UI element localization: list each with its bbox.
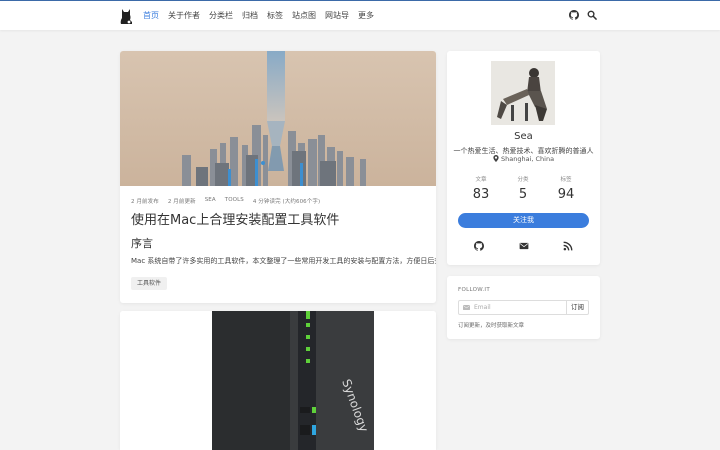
rss-icon[interactable] [563, 241, 573, 251]
github-icon[interactable] [569, 10, 579, 20]
post-card: Synology [120, 311, 436, 450]
stat-value: 94 [557, 187, 575, 202]
nav-item-sitemap[interactable]: 站点图 [292, 1, 316, 31]
email-icon[interactable] [519, 241, 529, 251]
post-published: 2 月前发布 [131, 199, 159, 205]
email-field[interactable] [474, 301, 564, 314]
subscribe-button[interactable]: 订阅 [566, 300, 589, 315]
nav-item-tags[interactable]: 标签 [267, 1, 283, 31]
stat-value: 83 [472, 187, 490, 202]
profile-location: Shanghai, China [447, 155, 600, 163]
stat-label: 文章 [475, 177, 487, 183]
main-nav: 首页 关于作者 分类栏 归档 标签 站点图 网站导 更多 [143, 1, 383, 31]
site-logo-icon[interactable] [119, 8, 133, 24]
follow-button[interactable]: 关注我 [458, 213, 589, 228]
post-subtitle: 序言 [131, 237, 153, 250]
profile-name: Sea [514, 131, 533, 142]
followit-card: FOLLOW.IT 订阅 订阅更新，及时获取新文章 [447, 276, 600, 339]
followit-note: 订阅更新，及时获取新文章 [458, 323, 525, 329]
post-category[interactable]: TOOLS [225, 197, 244, 205]
stat-categories[interactable]: 分类 5 [503, 175, 543, 202]
email-field-wrapper [458, 300, 567, 315]
stat-label: 标签 [560, 177, 572, 183]
nav-item-categories[interactable]: 分类栏 [209, 1, 233, 31]
post-author[interactable]: SEA [205, 197, 216, 205]
nav-item-about[interactable]: 关于作者 [168, 1, 200, 31]
post-meta: 2 月前发布 2 月前更新 SEA TOOLS 4 分钟读完 (大约606个字) [131, 197, 320, 205]
map-marker-icon [493, 155, 499, 162]
post-reading-time: 4 分钟读完 (大约606个字) [252, 199, 321, 205]
nav-item-more[interactable]: 更多 [358, 1, 374, 31]
github-icon[interactable] [474, 241, 484, 251]
post-excerpt: Mac 系统自带了许多实用的工具软件，本文整理了一些常用开发工具的安装与配置方法… [131, 257, 436, 265]
post-card: 2 月前发布 2 月前更新 SEA TOOLS 4 分钟读完 (大约606个字)… [120, 51, 436, 303]
stat-label: 分类 [517, 177, 529, 183]
search-icon[interactable] [587, 10, 597, 20]
avatar[interactable] [491, 61, 555, 125]
stat-tags[interactable]: 标签 94 [546, 175, 586, 202]
post-title[interactable]: 使用在Mac上合理安装配置工具软件 [131, 209, 339, 228]
top-navbar: 首页 关于作者 分类栏 归档 标签 站点图 网站导 更多 [0, 0, 720, 30]
followit-title: FOLLOW.IT [458, 287, 490, 293]
post-cover-image[interactable]: Synology [120, 311, 436, 450]
nav-item-links[interactable]: 网站导 [325, 1, 349, 31]
stat-value: 5 [518, 187, 528, 202]
nav-item-archives[interactable]: 归档 [242, 1, 258, 31]
email-icon [463, 305, 470, 310]
post-updated: 2 月前更新 [167, 199, 196, 205]
profile-card: Sea 一个热爱生活、热爱技术、喜欢折腾的普通人 Shanghai, China… [447, 51, 600, 265]
post-tag[interactable]: 工具软件 [131, 277, 168, 290]
profile-location-text: Shanghai, China [500, 155, 555, 163]
stat-posts[interactable]: 文章 83 [461, 175, 501, 202]
nav-item-home[interactable]: 首页 [143, 1, 159, 31]
post-cover-image[interactable] [120, 51, 436, 186]
